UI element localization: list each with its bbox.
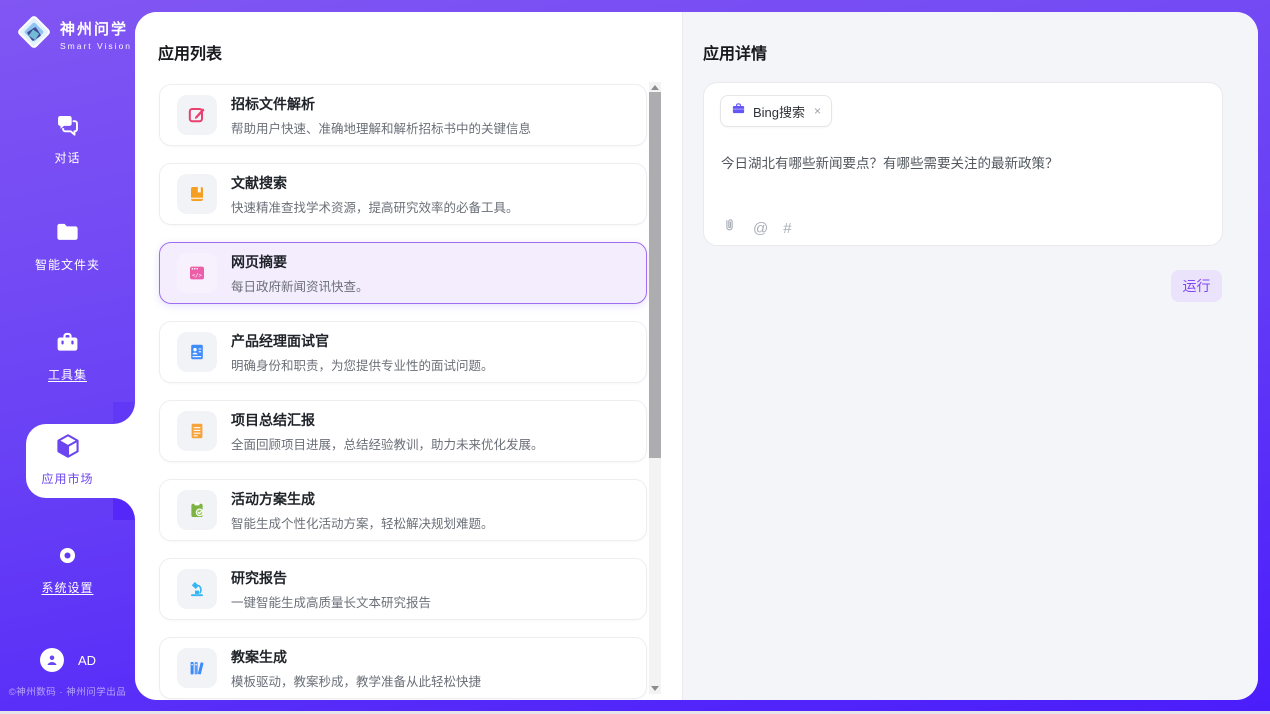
brand-subtitle: Smart Vision [60, 41, 132, 51]
sidebar-item-label: 工具集 [0, 366, 135, 383]
app-card-literature-search[interactable]: 文献搜索 快速精准查找学术资源，提高研究效率的必备工具。 [159, 163, 647, 225]
app-desc: 模板驱动，教案秒成，教学准备从此轻松快捷 [231, 671, 481, 690]
chat-icon [54, 112, 81, 139]
user-account[interactable]: AD [40, 648, 96, 672]
active-tab-fillet-top [113, 402, 135, 424]
run-button[interactable]: 运行 [1171, 270, 1222, 302]
clipboard-check-icon [177, 490, 217, 530]
brand-logo: 神州问学 Smart Vision [15, 13, 132, 56]
sidebar-item-label: 系统设置 [0, 579, 135, 596]
app-title: 产品经理面试官 [231, 331, 494, 351]
prompt-card: Bing搜索 × 今日湖北有哪些新闻要点？有哪些需要关注的最新政策？ @ # [703, 82, 1223, 246]
resume-icon [177, 332, 217, 372]
app-detail-title: 应用详情 [703, 40, 767, 64]
app-desc: 一键智能生成高质量长文本研究报告 [231, 592, 431, 611]
sidebar-item-settings[interactable]: 系统设置 [0, 542, 135, 596]
cube-icon [54, 432, 82, 459]
list-scrollbar[interactable] [649, 82, 661, 694]
sidebar-item-label: 对话 [0, 149, 135, 166]
close-icon[interactable]: × [814, 104, 821, 118]
edit-document-icon [177, 95, 217, 135]
scrollbar-up-arrow[interactable] [651, 85, 659, 90]
sidebar: 神州问学 Smart Vision 对话 智能文件夹 [0, 0, 135, 711]
sidebar-item-label: 智能文件夹 [0, 256, 135, 273]
active-tab-fillet-bottom [113, 498, 135, 520]
svg-text:</>: </> [192, 273, 203, 279]
memo-icon [177, 411, 217, 451]
gear-icon [54, 542, 81, 569]
paperclip-icon[interactable] [721, 217, 738, 239]
app-card-web-summary[interactable]: </> 网页摘要 每日政府新闻资讯快查。 [159, 242, 647, 304]
app-frame: 神州问学 Smart Vision 对话 智能文件夹 [0, 0, 1270, 711]
book-icon [177, 174, 217, 214]
app-card-event-plan[interactable]: 活动方案生成 智能生成个性化活动方案，轻松解决规划难题。 [159, 479, 647, 541]
books-icon [177, 648, 217, 688]
app-card-research-report[interactable]: 研究报告 一键智能生成高质量长文本研究报告 [159, 558, 647, 620]
app-list: 招标文件解析 帮助用户快速、准确地理解和解析招标书中的关键信息 文献搜索 [159, 84, 647, 700]
sidebar-item-app-market[interactable]: 应用市场 [0, 432, 135, 487]
app-desc: 明确身份和职责，为您提供专业性的面试问题。 [231, 355, 494, 374]
app-list-panel: 应用列表 招标文件解析 帮助用户快速、准确地理解和解析招标书中的关键信息 [135, 12, 682, 700]
scrollbar-down-arrow[interactable] [651, 686, 659, 691]
app-desc: 帮助用户快速、准确地理解和解析招标书中的关键信息 [231, 118, 531, 137]
mention-icon[interactable]: @ [753, 221, 768, 236]
toolbox-icon [54, 329, 81, 356]
sidebar-footer: ©神州数码 · 神州问学出品 [0, 684, 135, 698]
main-content-card: 应用列表 招标文件解析 帮助用户快速、准确地理解和解析招标书中的关键信息 [135, 12, 1258, 700]
web-code-icon: </> [177, 253, 217, 293]
app-title: 研究报告 [231, 568, 431, 588]
tool-chip-label: Bing搜索 [753, 102, 805, 121]
app-title: 项目总结汇报 [231, 410, 544, 430]
briefcase-icon [731, 101, 746, 121]
folder-icon [54, 219, 81, 246]
app-desc: 智能生成个性化活动方案，轻松解决规划难题。 [231, 513, 494, 532]
app-title: 网页摘要 [231, 252, 369, 272]
brand-name: 神州问学 [60, 18, 132, 39]
sidebar-item-label: 应用市场 [0, 470, 135, 487]
hash-icon[interactable]: # [783, 221, 791, 236]
query-text[interactable]: 今日湖北有哪些新闻要点？有哪些需要关注的最新政策？ [721, 152, 1201, 172]
tool-chip-bing-search[interactable]: Bing搜索 × [720, 95, 832, 127]
app-desc: 快速精准查找学术资源，提高研究效率的必备工具。 [231, 197, 519, 216]
sidebar-item-smart-folder[interactable]: 智能文件夹 [0, 219, 135, 273]
sidebar-item-toolbox[interactable]: 工具集 [0, 329, 135, 383]
app-card-project-summary[interactable]: 项目总结汇报 全面回顾项目进展，总结经验教训，助力未来优化发展。 [159, 400, 647, 462]
user-initials: AD [78, 653, 96, 668]
app-title: 活动方案生成 [231, 489, 494, 509]
sidebar-item-chat[interactable]: 对话 [0, 112, 135, 166]
app-desc: 全面回顾项目进展，总结经验教训，助力未来优化发展。 [231, 434, 544, 453]
app-desc: 每日政府新闻资讯快查。 [231, 276, 369, 295]
attachment-toolbar: @ # [721, 217, 792, 239]
avatar-icon [40, 648, 64, 672]
diamond-logo-icon [15, 13, 53, 56]
microscope-icon [177, 569, 217, 609]
app-card-lesson-plan[interactable]: 教案生成 模板驱动，教案秒成，教学准备从此轻松快捷 [159, 637, 647, 699]
scrollbar-thumb[interactable] [649, 92, 661, 458]
app-title: 文献搜索 [231, 173, 519, 193]
app-card-bid-analysis[interactable]: 招标文件解析 帮助用户快速、准确地理解和解析招标书中的关键信息 [159, 84, 647, 146]
app-detail-panel: 应用详情 Bing搜索 × 今日湖北有哪些新闻要点？有哪些需要关注的最新政策？ [682, 12, 1258, 700]
app-title: 招标文件解析 [231, 94, 531, 114]
app-card-pm-interviewer[interactable]: 产品经理面试官 明确身份和职责，为您提供专业性的面试问题。 [159, 321, 647, 383]
app-list-title: 应用列表 [158, 40, 222, 64]
app-title: 教案生成 [231, 647, 481, 667]
